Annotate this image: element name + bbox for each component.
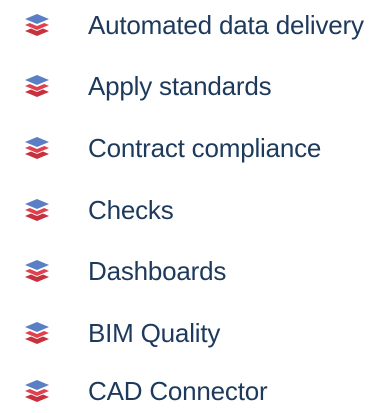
list-item: Dashboards — [0, 251, 391, 291]
list-item: Checks — [0, 190, 391, 230]
list-item: CAD Connector — [0, 371, 391, 411]
layered-stack-icon — [24, 321, 50, 345]
layered-stack-icon — [24, 198, 50, 222]
layered-stack-icon — [24, 136, 50, 160]
list-item: Contract compliance — [0, 128, 391, 168]
feature-label: Dashboards — [88, 256, 227, 286]
layered-stack-icon — [24, 13, 50, 37]
list-item: Automated data delivery — [0, 5, 391, 45]
feature-label: BIM Quality — [88, 318, 221, 348]
feature-label: CAD Connector — [88, 376, 268, 406]
layered-stack-icon — [24, 379, 50, 403]
layered-stack-icon — [24, 74, 50, 98]
list-item: BIM Quality — [0, 313, 391, 353]
feature-label: Contract compliance — [88, 133, 322, 163]
feature-label: Checks — [88, 195, 174, 225]
feature-label: Apply standards — [88, 71, 272, 101]
list-item: Apply standards — [0, 66, 391, 106]
layered-stack-icon — [24, 259, 50, 283]
feature-label: Automated data delivery — [88, 10, 364, 40]
